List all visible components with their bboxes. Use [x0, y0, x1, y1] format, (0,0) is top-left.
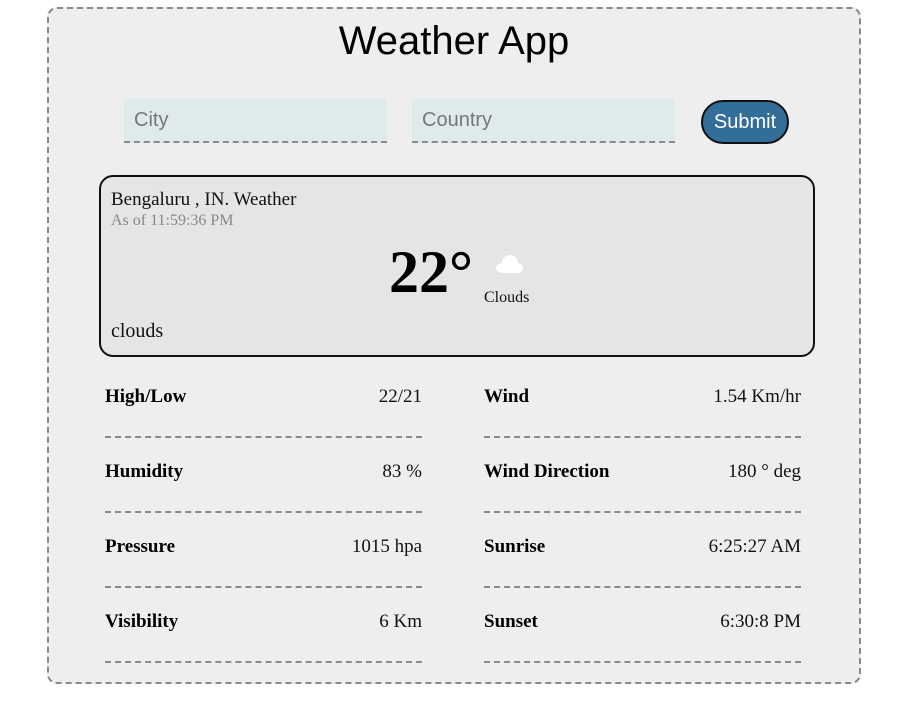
stat-sunrise: Sunrise 6:25:27 AM — [484, 528, 801, 588]
temperature: 22° — [389, 239, 473, 305]
condition-label: Clouds — [484, 289, 530, 306]
stat-label: Visibility — [105, 611, 179, 632]
as-of-time: As of 11:59:36 PM — [111, 212, 234, 229]
stat-visibility: Visibility 6 Km — [105, 603, 422, 663]
location-heading: Bengaluru , IN. Weather — [111, 189, 297, 210]
stat-value: 6:30:8 PM — [720, 611, 801, 632]
stat-humidity: Humidity 83 % — [105, 453, 422, 513]
stat-value: 1015 hpa — [351, 536, 422, 557]
city-input[interactable] — [124, 99, 387, 143]
weather-app-container: Weather App Submit Bengaluru , IN. Weath… — [47, 7, 861, 684]
stat-label: Humidity — [105, 461, 184, 482]
stat-value: 180 ° deg — [727, 461, 801, 482]
current-weather-card: Bengaluru , IN. Weather As of 11:59:36 P… — [99, 175, 815, 357]
stat-label: High/Low — [105, 386, 187, 407]
stat-value: 1.54 Km/hr — [713, 386, 801, 407]
submit-button[interactable]: Submit — [701, 100, 789, 144]
stat-wind-direction: Wind Direction 180 ° deg — [484, 453, 801, 513]
stat-sunset: Sunset 6:30:8 PM — [484, 603, 801, 663]
stat-pressure: Pressure 1015 hpa — [105, 528, 422, 588]
stat-label: Sunrise — [484, 536, 546, 557]
stat-label: Wind Direction — [484, 461, 610, 482]
stat-value: 6:25:27 AM — [708, 536, 801, 557]
stat-value: 83 % — [382, 461, 422, 482]
cloud-icon — [496, 255, 523, 273]
stat-high-low: High/Low 22/21 — [105, 378, 422, 438]
stat-value: 6 Km — [379, 611, 422, 632]
stat-wind: Wind 1.54 Km/hr — [484, 378, 801, 438]
country-input[interactable] — [412, 99, 675, 143]
stat-label: Sunset — [484, 611, 538, 632]
app-title: Weather App — [338, 19, 570, 63]
condition-description: clouds — [111, 320, 164, 342]
stat-label: Wind — [484, 386, 530, 407]
stat-value: 22/21 — [378, 386, 422, 407]
stat-label: Pressure — [105, 536, 176, 557]
